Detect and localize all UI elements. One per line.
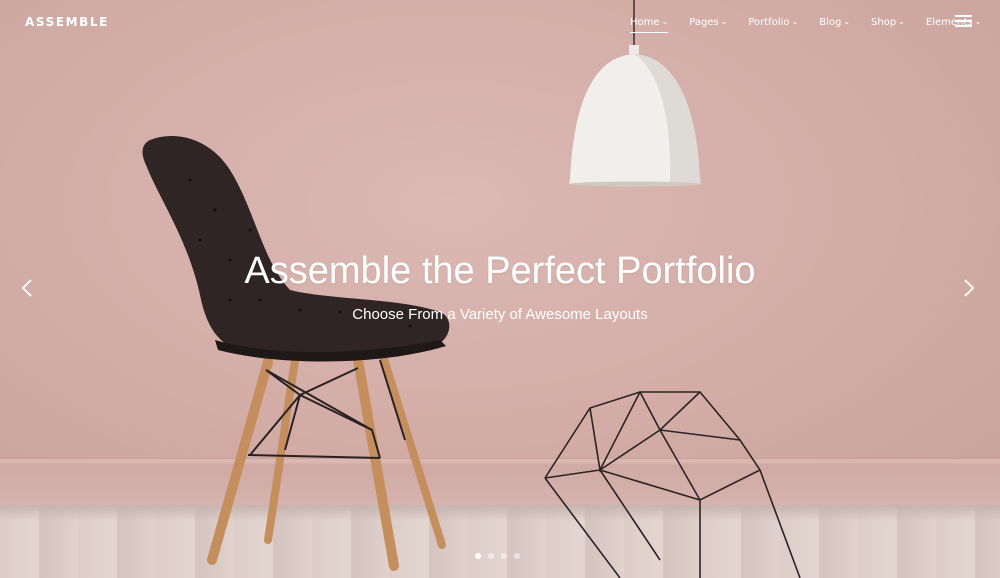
chevron-right-icon: [964, 279, 975, 297]
nav-portfolio-label: Portfolio: [748, 16, 790, 28]
chevron-down-icon: ⌄: [720, 16, 728, 26]
site-logo[interactable]: ASSEMBLE: [25, 15, 109, 29]
nav-elements[interactable]: Elements ⌄: [926, 14, 981, 30]
nav-home-label: Home: [630, 16, 660, 28]
chevron-down-icon: ⌄: [661, 16, 669, 26]
nav-portfolio[interactable]: Portfolio ⌄: [748, 14, 798, 30]
slide-dot-1[interactable]: [475, 553, 481, 559]
menu-line: [955, 25, 972, 27]
nav-blog[interactable]: Blog ⌄: [819, 14, 850, 30]
menu-line: [955, 20, 972, 22]
nav-blog-label: Blog: [819, 16, 842, 28]
wire-sculpture: [544, 391, 801, 578]
nav-home[interactable]: Home ⌄: [630, 14, 669, 33]
nav-shop-label: Shop: [871, 16, 897, 28]
hero-slider: ASSEMBLE Home ⌄ Pages ⌄ Portfolio ⌄ Blog…: [0, 0, 1000, 578]
chevron-down-icon: ⌄: [791, 16, 799, 26]
chevron-down-icon: ⌄: [843, 16, 851, 26]
main-nav: Home ⌄ Pages ⌄ Portfolio ⌄ Blog ⌄ Shop ⌄…: [630, 14, 1000, 33]
nav-pages[interactable]: Pages ⌄: [689, 14, 727, 30]
slider-next-button[interactable]: [958, 278, 978, 298]
slide-dot-4[interactable]: [514, 553, 520, 559]
nav-shop[interactable]: Shop ⌄: [871, 14, 905, 30]
nav-pages-label: Pages: [689, 16, 719, 28]
slide-title: Assemble the Perfect Portfolio: [244, 250, 756, 292]
hamburger-icon[interactable]: [955, 15, 972, 27]
slide-dot-3[interactable]: [501, 553, 507, 559]
menu-line: [955, 15, 972, 17]
slider-pagination: [475, 553, 527, 559]
chevron-down-icon: ⌄: [974, 16, 982, 26]
slide-dot-2[interactable]: [488, 553, 494, 559]
chevron-left-icon: [21, 279, 32, 297]
chevron-down-icon: ⌄: [898, 16, 905, 26]
slide-subtitle: Choose From a Variety of Awesome Layouts: [352, 306, 648, 323]
chair: [142, 135, 450, 571]
slider-prev-button[interactable]: [18, 278, 38, 298]
